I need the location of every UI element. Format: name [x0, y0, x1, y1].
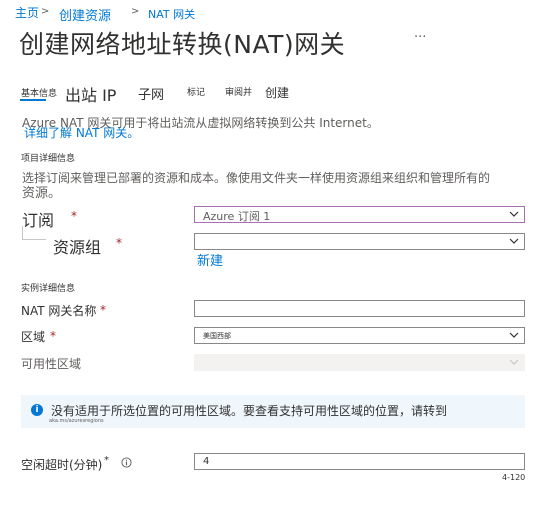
nat-gateway-name-label: NAT 网关名称: [21, 304, 97, 318]
subscription-label: 订阅: [22, 211, 55, 230]
chevron-down-icon: [509, 359, 519, 365]
availability-zone-info-bar: i 没有适用于所选位置的可用性区域。要查看支持可用性区域的位置，请转到 aka.…: [21, 395, 525, 428]
chevron-down-icon: [509, 238, 519, 244]
regions-link[interactable]: aka.ms/azuresregions: [49, 418, 104, 424]
idle-timeout-range-hint: 4-120: [502, 473, 526, 482]
create-new-resource-group-link[interactable]: 新建: [197, 250, 223, 269]
required-mark: *: [100, 303, 106, 317]
tab-create[interactable]: 创建: [265, 84, 289, 101]
project-details-description: 选择订阅来管理已部署的资源和成本。像使用文件夹一样使用资源组来组织和管理所有的: [22, 171, 491, 185]
idle-timeout-value: 4: [203, 456, 210, 467]
region-label: 区域: [21, 330, 46, 344]
availability-zone-label: 可用性区域: [21, 357, 82, 371]
chevron-down-icon: [509, 332, 519, 338]
info-bar-text: 没有适用于所选位置的可用性区域。要查看支持可用性区域的位置，请转到: [51, 404, 448, 418]
required-mark: *: [50, 329, 56, 343]
breadcrumb-separator: >: [41, 6, 50, 17]
region-dropdown[interactable]: 美国西部: [194, 327, 525, 344]
instance-details-heading: 实例详细信息: [21, 284, 76, 294]
tab-subnet[interactable]: 子网: [138, 84, 164, 103]
project-details-description-cont: 资源。: [22, 186, 62, 201]
page-title: 创建网络地址转换(NAT)网关: [19, 30, 346, 59]
info-circle-icon[interactable]: [121, 457, 132, 468]
tree-connector-horizontal: [22, 239, 46, 240]
resource-group-label: 资源组: [53, 238, 102, 257]
learn-more-link[interactable]: 详细了解 NAT 网关。: [24, 124, 139, 141]
nat-gateway-name-input[interactable]: [194, 300, 525, 317]
active-tab-indicator: [20, 99, 46, 101]
resource-group-dropdown[interactable]: [194, 233, 525, 250]
subscription-value: Azure 订阅 1: [203, 210, 271, 223]
required-mark: *: [116, 236, 122, 250]
breadcrumb-separator: >: [131, 6, 140, 17]
more-options-button[interactable]: ...: [414, 26, 426, 41]
breadcrumb-create-resource[interactable]: 创建资源: [59, 5, 111, 24]
tab-review[interactable]: 审阅并: [225, 85, 252, 98]
project-details-heading: 项目详细信息: [21, 154, 76, 164]
tree-connector-vertical: [22, 226, 23, 240]
tab-outbound-ip[interactable]: 出站 IP: [65, 82, 116, 106]
chevron-down-icon: [509, 211, 519, 217]
tab-basics[interactable]: 基本信息: [21, 86, 57, 99]
idle-timeout-input[interactable]: 4: [194, 453, 525, 470]
breadcrumb-home[interactable]: 主页: [15, 4, 39, 21]
tab-tags[interactable]: 标记: [187, 85, 205, 98]
required-mark: *: [71, 209, 77, 223]
required-mark: *: [104, 455, 109, 466]
subscription-dropdown[interactable]: Azure 订阅 1: [194, 206, 525, 223]
availability-zone-dropdown: [194, 354, 525, 371]
breadcrumb-nat-gateway[interactable]: NAT 网关: [148, 6, 195, 22]
region-value: 美国西部: [203, 332, 231, 340]
idle-timeout-label: 空闲超时(分钟): [21, 458, 103, 472]
info-icon: i: [31, 404, 43, 416]
